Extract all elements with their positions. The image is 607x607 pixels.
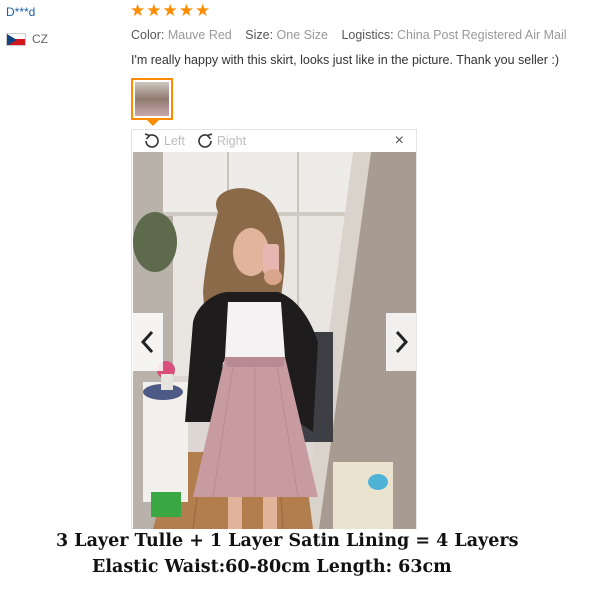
rotate-left-label: Left	[164, 134, 185, 148]
star-rating: ★ ★ ★ ★ ★	[130, 3, 210, 20]
order-attributes: Color: Mauve Red Size: One Size Logistic…	[131, 28, 577, 42]
star-icon: ★	[146, 1, 162, 21]
rotate-right-icon	[198, 133, 213, 148]
photo-viewer: Left Right ×	[131, 129, 417, 529]
review-text: I'm really happy with this skirt, looks …	[131, 53, 560, 67]
product-caption-size: Elastic Waist:60-80cm Length: 63cm	[92, 557, 452, 577]
next-photo-button[interactable]	[386, 313, 416, 371]
viewer-toolbar: Left Right ×	[132, 130, 416, 152]
star-icon: ★	[130, 1, 146, 21]
mirror-selfie-image	[133, 152, 416, 529]
attr-size: Size: One Size	[245, 28, 328, 42]
country-code: CZ	[32, 32, 48, 46]
previous-photo-button[interactable]	[133, 313, 163, 371]
chevron-left-icon	[140, 330, 154, 354]
product-caption-layers: 3 Layer Tulle + 1 Layer Satin Lining = 4…	[56, 531, 519, 551]
chevron-right-icon	[395, 330, 409, 354]
review-photo	[133, 152, 416, 529]
rotate-left-icon	[144, 133, 159, 148]
star-icon: ★	[195, 1, 211, 21]
close-viewer-button[interactable]: ×	[395, 132, 404, 150]
star-icon: ★	[178, 1, 194, 21]
star-icon: ★	[162, 1, 178, 21]
rotate-right-button[interactable]: Right	[195, 131, 246, 151]
rotate-right-label: Right	[216, 134, 247, 148]
thumbnail-image	[135, 82, 169, 116]
thumbnail-pointer	[147, 120, 159, 126]
attr-logistics: Logistics: China Post Registered Air Mai…	[341, 28, 567, 42]
review-photo-thumbnail[interactable]	[131, 78, 173, 120]
czech-flag-icon	[6, 32, 26, 46]
reviewer-name: D***d	[6, 5, 36, 19]
rotate-left-button[interactable]: Left	[142, 131, 185, 151]
reviewer-country: CZ	[6, 32, 48, 46]
attr-color: Color: Mauve Red	[131, 28, 232, 42]
